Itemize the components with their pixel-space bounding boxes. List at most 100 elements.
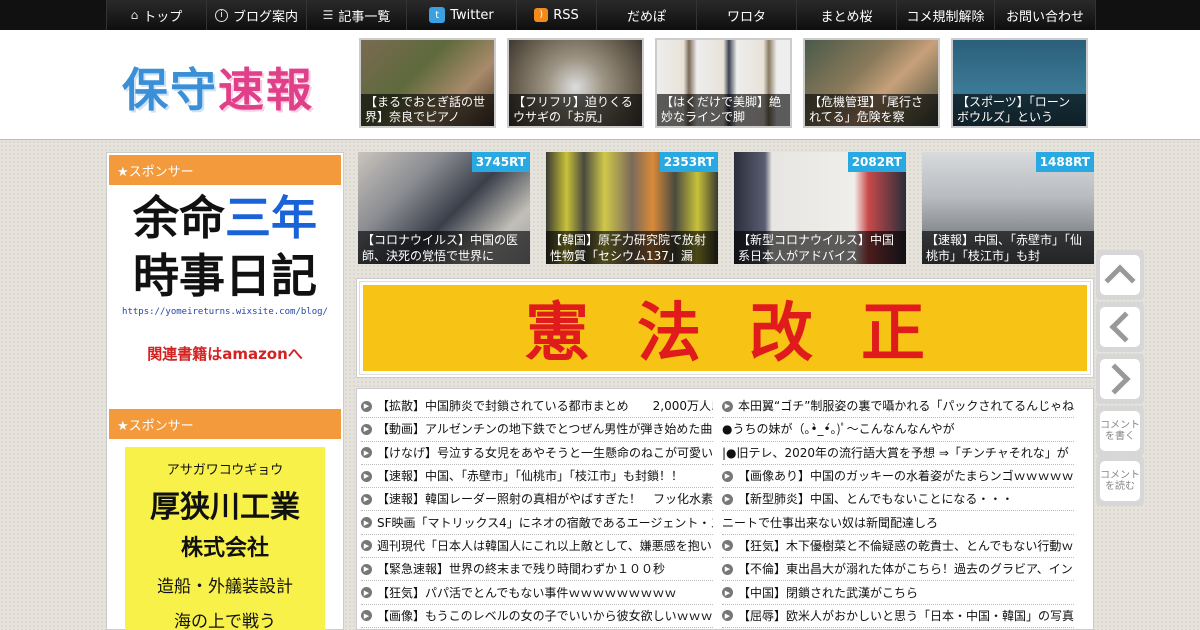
link-column-right: ▶ 本田翼“ゴチ”制服姿の裏で囁かれる「パックされてるんじゃね ●うちの妹が（｡•…	[722, 395, 1074, 628]
header-thumbnail[interactable]: 【まるでおとぎ話の世界】奈良でピアノ	[359, 38, 496, 128]
button-face	[1099, 359, 1140, 399]
chevron-left-icon	[1109, 311, 1141, 343]
thumbnail-caption: 【スポーツ】「ローンボウルズ」という	[953, 94, 1086, 126]
list-item[interactable]: ▶ 【狂気】パパ活でとんでもない事件ｗｗｗｗｗｗｗｗｗ	[361, 581, 713, 605]
arrow-right-icon: ▶	[722, 493, 733, 505]
header-thumbnail[interactable]: 【フリフリ】迫りくるウサギの「お尻」	[507, 38, 644, 128]
nav-item-label: RSS	[553, 7, 579, 23]
home-icon: ⌂	[130, 8, 139, 22]
rss-icon: )	[534, 8, 549, 22]
list-item[interactable]: ▶ 【動画】アルゼンチンの地下鉄でとつぜん男性が弾き始めた曲	[361, 418, 713, 442]
list-item[interactable]: ▶ 【画像あり】中国のガッキーの水着姿がたまらンゴｗｗｗｗｗ	[722, 465, 1074, 489]
nav-item-label: Twitter	[450, 7, 494, 23]
ad-slogan: 海の上で戦う	[174, 612, 276, 630]
top-navigation-menu: ⌂ トップ i ブログ案内 ☰ 記事一覧 t Twitter ) RSS だめぽ…	[106, 0, 1096, 30]
logo-text-hoshu: 保守	[122, 63, 218, 117]
list-item[interactable]: ▶ 【狂気】木下優樹菜と不倫疑惑の乾貴士、とんでもない行動ｗ	[722, 535, 1074, 559]
constitution-banner[interactable]: 憲法改正	[356, 278, 1094, 378]
scroll-top-button[interactable]	[1096, 250, 1144, 300]
nav-item-article-list[interactable]: ☰ 記事一覧	[306, 0, 406, 30]
ranking-thumbnail[interactable]: 3745RT 【コロナウイルス】中国の医師、決死の覚悟で世界に	[358, 152, 530, 264]
arrow-right-icon: ▶	[361, 447, 372, 459]
thumbnail-caption: 【危機管理】「尾行されてる」危険を察	[805, 94, 938, 126]
arrow-right-icon: ▶	[361, 563, 372, 575]
arrow-right-icon: ▶	[722, 540, 733, 552]
arrow-right-icon: ▶	[361, 540, 372, 552]
ad-title-line1: 余命三年	[133, 191, 317, 245]
header-thumbnail[interactable]: 【スポーツ】「ローンボウルズ」という	[951, 38, 1088, 128]
arrow-right-icon: ▶	[361, 400, 372, 412]
list-item[interactable]: ▶ 週刊現代「日本人は韓国人にこれ以上敵として、嫌悪感を抱い	[361, 535, 713, 559]
nav-item-label: ワロタ	[726, 9, 766, 25]
nav-item-contact[interactable]: お問い合わせ	[994, 0, 1096, 30]
nav-item-warota[interactable]: ワロタ	[696, 0, 796, 30]
nav-item-label: ブログ案内	[232, 9, 298, 25]
ranking-thumbnail[interactable]: 1488RT 【速報】中国、「赤壁市」「仙桃市」「枝江市」も封	[922, 152, 1094, 264]
retweet-count-badge: 1488RT	[1035, 152, 1094, 172]
list-item[interactable]: ▶ 【速報】中国、「赤壁市」「仙桃市」「枝江市」も封鎖！！	[361, 465, 713, 489]
thumbnail-caption: 【フリフリ】迫りくるウサギの「お尻」	[509, 94, 642, 126]
top-navigation-bar: ⌂ トップ i ブログ案内 ☰ 記事一覧 t Twitter ) RSS だめぽ…	[0, 0, 1200, 30]
info-icon: i	[214, 8, 228, 22]
link-column-left: ▶ 【拡散】中国肺炎で封鎖されている都市まとめ 2,000万人以 ▶ 【動画】アルゼ…	[361, 395, 713, 628]
thumbnail-caption: 【韓国】原子力研究院で放射性物質「セシウム137」漏	[546, 231, 718, 264]
write-comment-label: コメントを書く	[1100, 411, 1140, 451]
header-thumbnail[interactable]: 【危機管理】「尾行されてる」危険を察	[803, 38, 940, 128]
ranking-thumbnail[interactable]: 2353RT 【韓国】原子力研究院で放射性物質「セシウム137」漏	[546, 152, 718, 264]
site-header: 保守速報 【まるでおとぎ話の世界】奈良でピアノ 【フリフリ】迫りくるウサギの「お…	[0, 30, 1200, 140]
nav-item-label: トップ	[143, 9, 183, 25]
list-item[interactable]: |●旧テレ、2020年の流行語大賞を予想 ⇒「チンチャそれな」が	[722, 442, 1074, 465]
list-item[interactable]: ▶ 【速報】韓国レーダー照射の真相がやばすぎた！ フッ化水素	[361, 488, 713, 512]
logo-text-sokuho: 速報	[218, 63, 314, 117]
list-item[interactable]: ▶ 【不倫】東出昌大が溺れた体がこちら！過去のグラビア、イン	[722, 558, 1074, 582]
nav-item-matome-sakura[interactable]: まとめ桜	[796, 0, 896, 30]
read-comment-button[interactable]: コメントを読む	[1096, 456, 1144, 506]
nav-item-label: だめぽ	[626, 9, 666, 25]
button-face	[1100, 255, 1140, 296]
ad-company-kana: アサガワコウギョウ	[166, 463, 284, 478]
list-item[interactable]: ▶ 【画像】もうこのレベルの女の子でいいから彼女欲しいｗｗｗ	[361, 605, 713, 628]
arrow-right-icon: ▶	[722, 563, 733, 575]
arrow-right-icon: ▶	[361, 493, 372, 505]
site-logo[interactable]: 保守速報	[122, 54, 314, 120]
thumbnail-caption: 【まるでおとぎ話の世界】奈良でピアノ	[361, 94, 494, 126]
nav-item-twitter[interactable]: t Twitter	[406, 0, 516, 30]
thumbnail-caption: 【はくだけで美脚】絶妙なラインで脚	[657, 94, 790, 126]
list-item[interactable]: ▶ 【屈辱】欧米人がおかしいと思う「日本・中国・韓国」の写真	[722, 605, 1074, 628]
header-thumbnail[interactable]: 【はくだけで美脚】絶妙なラインで脚	[655, 38, 792, 128]
list-item[interactable]: ▶ 【新型肺炎】中国、とんでもないことになる・・・	[722, 488, 1074, 512]
previous-article-button[interactable]	[1096, 302, 1144, 352]
arrow-right-icon: ▶	[361, 517, 372, 529]
nav-item-rss[interactable]: ) RSS	[516, 0, 596, 30]
nav-item-blog-guide[interactable]: i ブログ案内	[206, 0, 306, 30]
ad-company-name: 厚狭川工業	[150, 490, 300, 525]
retweet-count-badge: 2082RT	[847, 152, 906, 172]
list-item[interactable]: ニートで仕事出来ない奴は新聞配達しろ	[722, 511, 1074, 535]
arrow-right-icon: ▶	[722, 610, 733, 622]
chevron-right-icon	[1099, 363, 1131, 395]
arrow-right-icon: ▶	[722, 400, 733, 412]
next-article-button[interactable]	[1096, 354, 1144, 404]
ranking-thumbnail[interactable]: 2082RT 【新型コロナウイルス】中国系日本人がアドバイス	[734, 152, 906, 264]
arrow-right-icon: ▶	[361, 610, 372, 622]
sponsor-ad-asagawa[interactable]: アサガワコウギョウ 厚狭川工業 株式会社 造船・外艤装設計 海の上で戦う	[125, 447, 325, 630]
nav-item-comment-unblock[interactable]: コメ規制解除	[896, 0, 994, 30]
nav-item-damepo[interactable]: だめぽ	[596, 0, 696, 30]
list-item[interactable]: ●うちの妹が（｡•̀_•́｡)ﾟ～こんなんなんやが	[722, 418, 1074, 442]
ad-title-line2: 時事日記	[133, 249, 317, 303]
button-face	[1100, 307, 1141, 347]
nav-item-top[interactable]: ⌂ トップ	[106, 0, 206, 30]
sponsor-heading: ★スポンサー	[109, 155, 341, 185]
retweet-count-badge: 2353RT	[659, 152, 718, 172]
list-item[interactable]: ▶ 【緊急速報】世界の終末まで残り時間わずか１００秒	[361, 558, 713, 582]
list-item[interactable]: ▶ 【けなげ】号泣する女児をあやそうと一生懸命のねこが可愛い	[361, 442, 713, 465]
list-item[interactable]: ▶ 【中国】閉鎖された武漢がこちら	[722, 581, 1074, 605]
list-item[interactable]: ▶ 【拡散】中国肺炎で封鎖されている都市まとめ 2,000万人以	[361, 395, 713, 419]
list-item[interactable]: ▶ SF映画「マトリックス4」にネオの宿敵であるエージェント・ス	[361, 511, 713, 535]
list-icon: ☰	[322, 8, 334, 22]
sponsor-ad-yomei-sannen[interactable]: 余命三年 時事日記 https://yomeireturns.wixsite.c…	[109, 189, 341, 389]
list-item[interactable]: ▶ 本田翼“ゴチ”制服姿の裏で囁かれる「パックされてるんじゃね	[722, 395, 1074, 419]
sidebar: ★スポンサー 余命三年 時事日記 https://yomeireturns.wi…	[106, 152, 344, 630]
write-comment-button[interactable]: コメントを書く	[1096, 406, 1144, 456]
ad-amazon-link[interactable]: 関連書籍はamazonへ	[109, 343, 341, 364]
